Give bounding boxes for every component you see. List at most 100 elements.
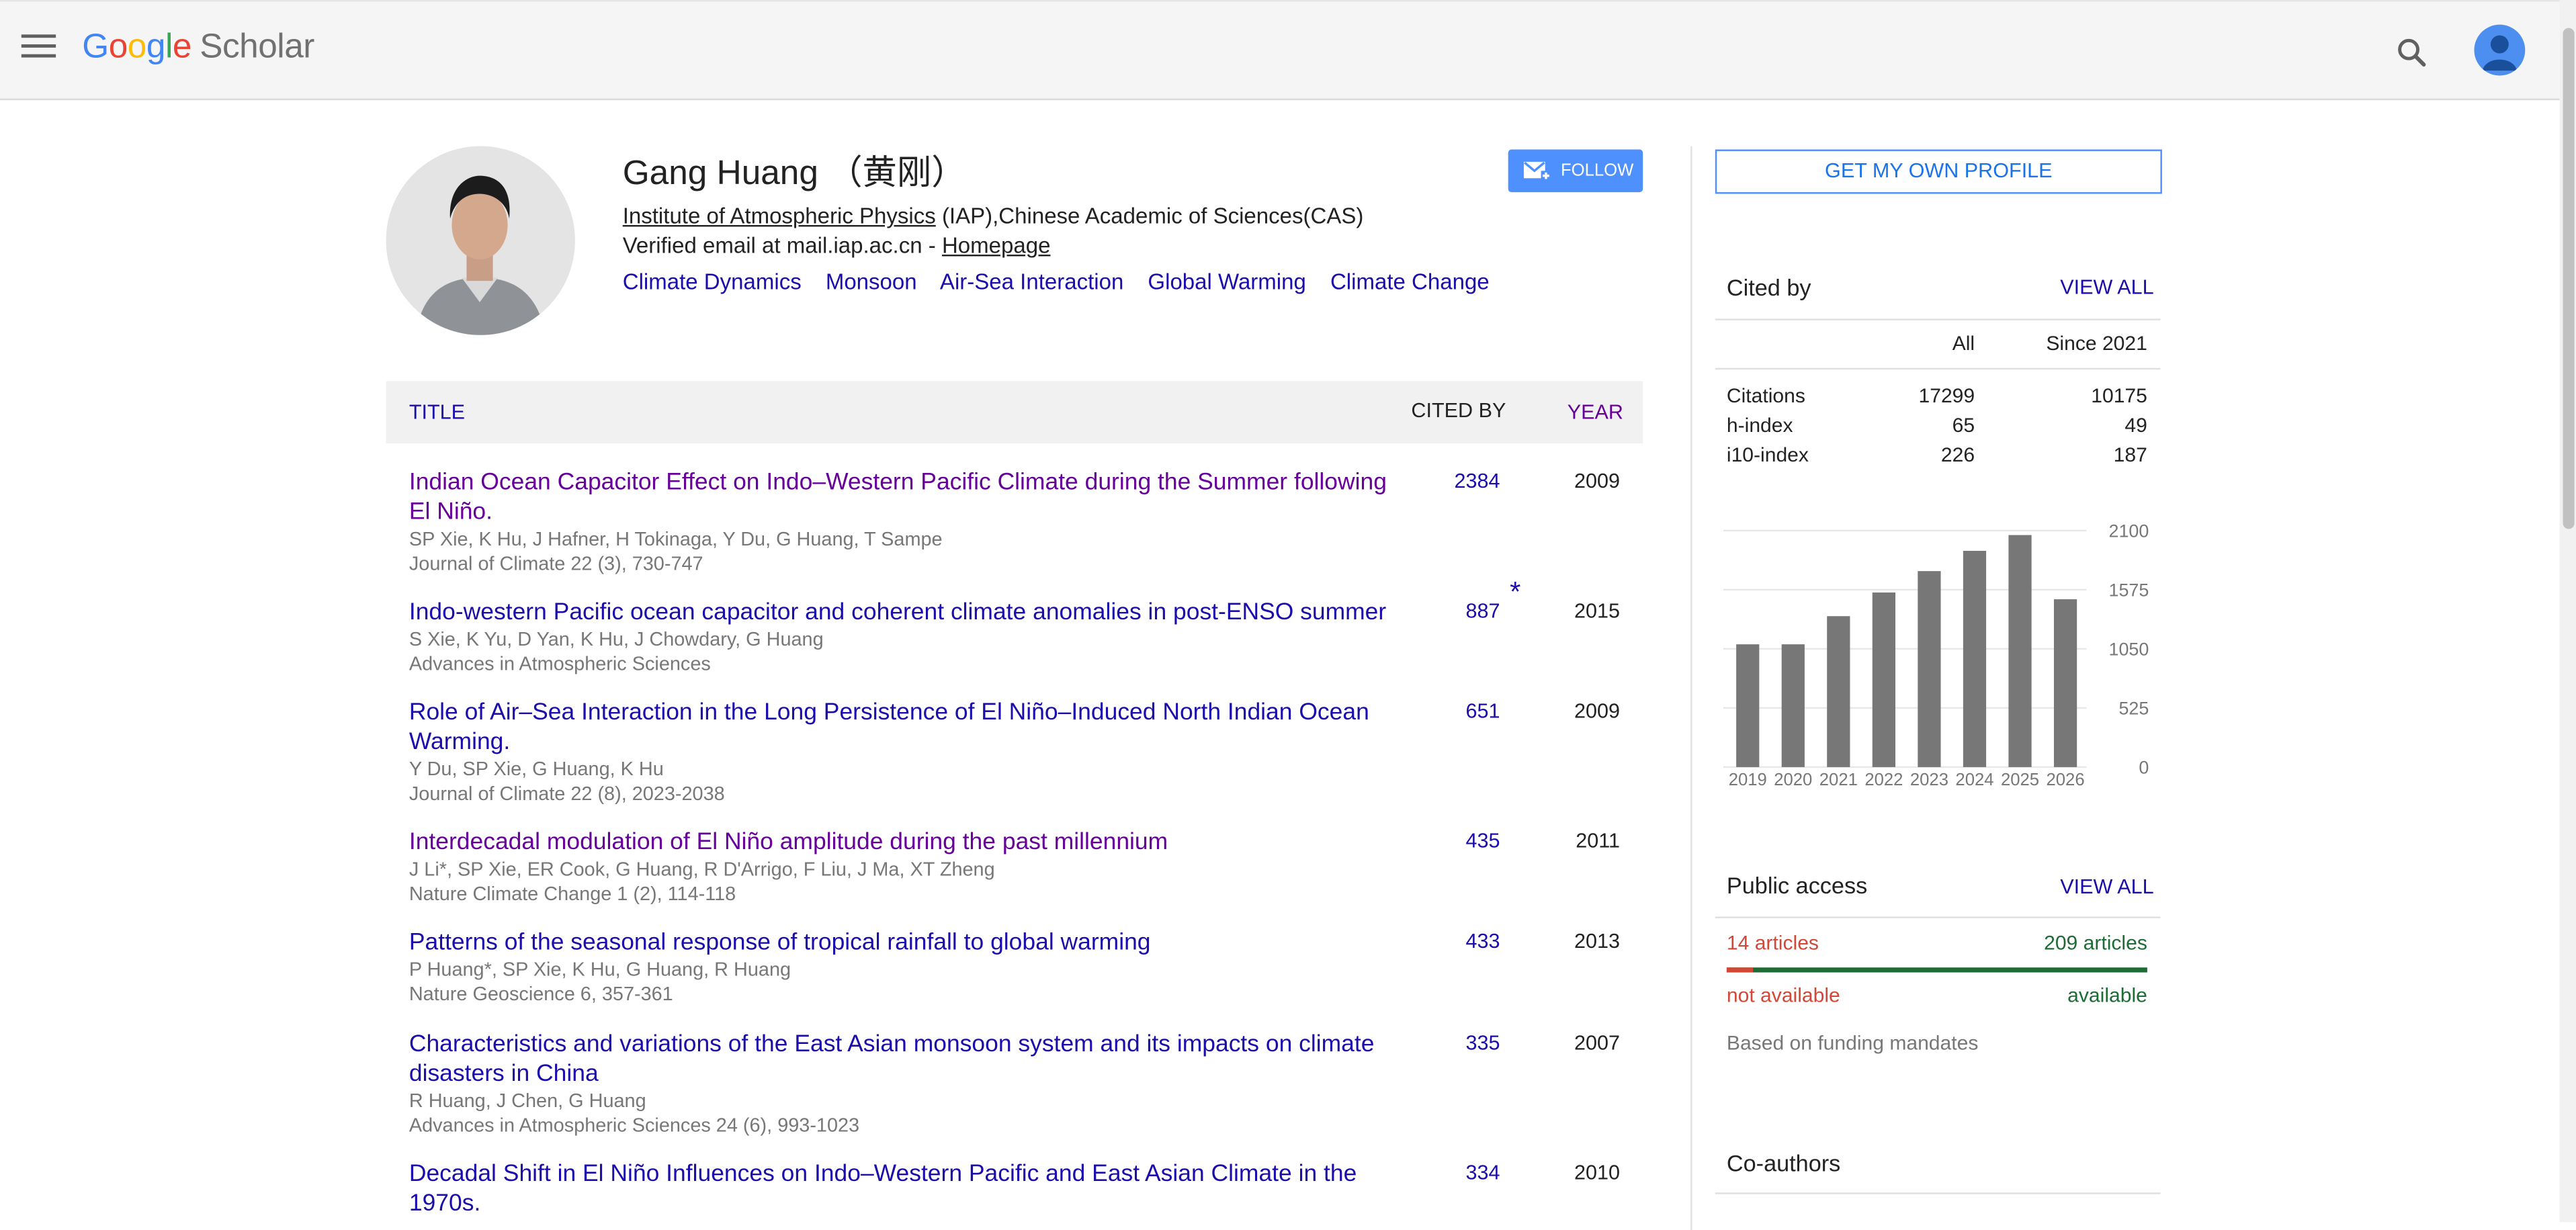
article-year: 2009 (1574, 470, 1620, 493)
menu-icon[interactable] (21, 34, 56, 60)
article-title[interactable]: Characteristics and variations of the Ea… (409, 1032, 1375, 1088)
section-divider (1715, 318, 2161, 320)
chart-bar-2025[interactable] (2008, 535, 2032, 767)
stat-value-since: 10175 (2091, 384, 2147, 408)
not-available-count[interactable]: 14 articles (1727, 931, 1819, 954)
public-access-bar-unavailable (1726, 967, 1754, 973)
sort-by-year[interactable]: YEAR (1568, 401, 1623, 424)
stat-value-since: 187 (2113, 443, 2147, 467)
interest-link[interactable]: Global Warming (1148, 269, 1305, 294)
public-access-heading: Public access (1726, 872, 1868, 899)
chart-x-tick-label: 2026 (2047, 771, 2085, 789)
search-icon[interactable] (2394, 34, 2430, 71)
article-title[interactable]: Decadal Shift in El Niño Influences on I… (409, 1161, 1357, 1217)
cited-by-link[interactable]: 433 (1428, 930, 1500, 953)
interest-link[interactable]: Monsoon (826, 269, 917, 294)
chart-y-tick-label: 0 (2139, 758, 2149, 778)
logo-letter: l (165, 28, 173, 66)
interest-link[interactable]: Air-Sea Interaction (940, 269, 1123, 294)
article-title-link[interactable]: Interdecadal modulation of El Niño ampli… (409, 828, 1388, 906)
merged-citations-star[interactable]: * (1510, 576, 1520, 609)
google-scholar-logo[interactable]: Google Scholar (82, 28, 314, 68)
article-title-link[interactable]: Decadal Shift in El Niño Influences on I… (409, 1159, 1388, 1219)
available-label: available (2067, 983, 2147, 1007)
chart-bar-2022[interactable] (1872, 592, 1895, 767)
section-divider (1715, 916, 2161, 918)
verified-email: Verified email at mail.iap.ac.cn - Homep… (623, 233, 1051, 258)
chart-bar-2026[interactable] (2053, 599, 2077, 767)
article-authors: P Huang*, SP Xie, K Hu, G Huang, R Huang (409, 957, 791, 981)
chart-x-tick-label: 2023 (1910, 771, 1948, 789)
not-available-label: not available (1726, 983, 1840, 1007)
cited-by-link[interactable]: 435 (1428, 830, 1500, 852)
citations-per-year-chart: 0 525 1050 1575 2100 2019 2020 2021 2022 2023 2024… (1723, 521, 2149, 789)
top-app-bar: Google Scholar (0, 0, 2560, 101)
email-text: Verified email at mail.iap.ac.cn - (622, 233, 942, 258)
chart-bar-2021[interactable] (1827, 616, 1850, 767)
cited-by-view-all-link[interactable]: VIEW ALL (2060, 276, 2153, 299)
stats-col-all: All (1952, 331, 1975, 355)
chart-x-tick-label: 2024 (1955, 771, 1993, 789)
cited-by-link[interactable]: 334 (1428, 1161, 1500, 1184)
article-authors: R Huang, J Chen, G Huang (409, 1089, 646, 1112)
stat-label: i10-index (1726, 443, 1809, 467)
scrollbar-thumb[interactable] (2563, 28, 2575, 529)
article-title-link[interactable]: Indo-western Pacific ocean capacitor and… (409, 598, 1388, 676)
chart-bar-2020[interactable] (1781, 644, 1805, 767)
follow-button[interactable]: FOLLOW (1508, 149, 1643, 193)
article-year: 2013 (1574, 929, 1620, 953)
affiliation-link[interactable]: Institute of Atmospheric Physics (623, 204, 936, 228)
homepage-link[interactable]: Homepage (942, 233, 1050, 258)
stat-value-all: 226 (1940, 443, 1975, 467)
chart-x-tick-label: 2021 (1819, 771, 1858, 789)
article-title[interactable]: Role of Air–Sea Interaction in the Long … (409, 700, 1369, 756)
research-interests: Climate Dynamics Monsoon Air-Sea Interac… (623, 269, 1508, 294)
logo-suffix: Scholar (200, 28, 314, 66)
cited-by-link[interactable]: 651 (1428, 700, 1500, 723)
funding-mandates-note: Based on funding mandates (1726, 1031, 1979, 1055)
article-title-link[interactable]: Role of Air–Sea Interaction in the Long … (409, 698, 1388, 806)
sort-by-title[interactable]: TITLE (409, 401, 465, 424)
article-venue: Journal of Climate 22 (8), 2023-2038 (409, 781, 725, 805)
chart-bar-2023[interactable] (1918, 571, 1941, 767)
public-access-view-all-link[interactable]: VIEW ALL (2060, 875, 2153, 898)
article-venue: Advances in Atmospheric Sciences (409, 652, 711, 675)
interest-link[interactable]: Climate Dynamics (623, 269, 802, 294)
cited-by-link[interactable]: 887 (1428, 599, 1500, 622)
section-divider (1715, 367, 2161, 370)
chart-x-tick-label: 2020 (1774, 771, 1812, 789)
chart-bar-2024[interactable] (1963, 550, 1987, 767)
stats-col-since: Since 2021 (2046, 331, 2147, 355)
chart-x-tick-label: 2025 (2001, 771, 2039, 789)
article-title[interactable]: Interdecadal modulation of El Niño ampli… (409, 830, 1168, 856)
interest-link[interactable]: Climate Change (1330, 269, 1490, 294)
article-title-link[interactable]: Characteristics and variations of the Ea… (409, 1030, 1388, 1138)
get-my-own-profile-button[interactable]: GET MY OWN PROFILE (1715, 149, 2162, 194)
article-title[interactable]: Indo-western Pacific ocean capacitor and… (409, 599, 1386, 625)
articles-table-header: TITLE CITED BY YEAR (386, 381, 1643, 444)
article-year: 2009 (1574, 699, 1620, 723)
profile-affiliation: Institute of Atmospheric Physics (IAP),C… (623, 204, 1364, 228)
sort-by-cited[interactable]: CITED BY (1411, 399, 1506, 422)
chart-bar-2019[interactable] (1736, 644, 1760, 767)
article-title-link[interactable]: Indian Ocean Capacitor Effect on Indo–We… (409, 468, 1388, 576)
article-venue: Nature Geoscience 6, 357-361 (409, 982, 673, 1006)
article-title[interactable]: Indian Ocean Capacitor Effect on Indo–We… (409, 470, 1387, 525)
available-count[interactable]: 209 articles (1971, 931, 2147, 954)
account-avatar-icon[interactable] (2474, 24, 2526, 76)
article-year: 2015 (1574, 599, 1620, 623)
article-authors: Y Du, SP Xie, G Huang, K Hu (409, 757, 664, 781)
article-authors: S Xie, K Yu, D Yan, K Hu, J Chowdary, G … (409, 627, 824, 651)
article-venue: Journal of Climate 22 (3), 730-747 (409, 552, 703, 575)
cited-by-link[interactable]: 335 (1428, 1032, 1500, 1055)
article-title-link[interactable]: Patterns of the seasonal response of tro… (409, 928, 1388, 1007)
follow-mail-icon (1523, 161, 1551, 180)
logo-letter: o (127, 28, 147, 66)
follow-label: FOLLOW (1560, 161, 1634, 181)
logo-letter: e (172, 28, 192, 66)
affiliation-text: (IAP),Chinese Academic of Sciences(CAS) (935, 204, 1364, 228)
article-title[interactable]: Patterns of the seasonal response of tro… (409, 930, 1151, 956)
chart-x-tick-label: 2022 (1864, 771, 1903, 789)
profile-photo (386, 146, 575, 335)
cited-by-link[interactable]: 2384 (1428, 470, 1500, 492)
